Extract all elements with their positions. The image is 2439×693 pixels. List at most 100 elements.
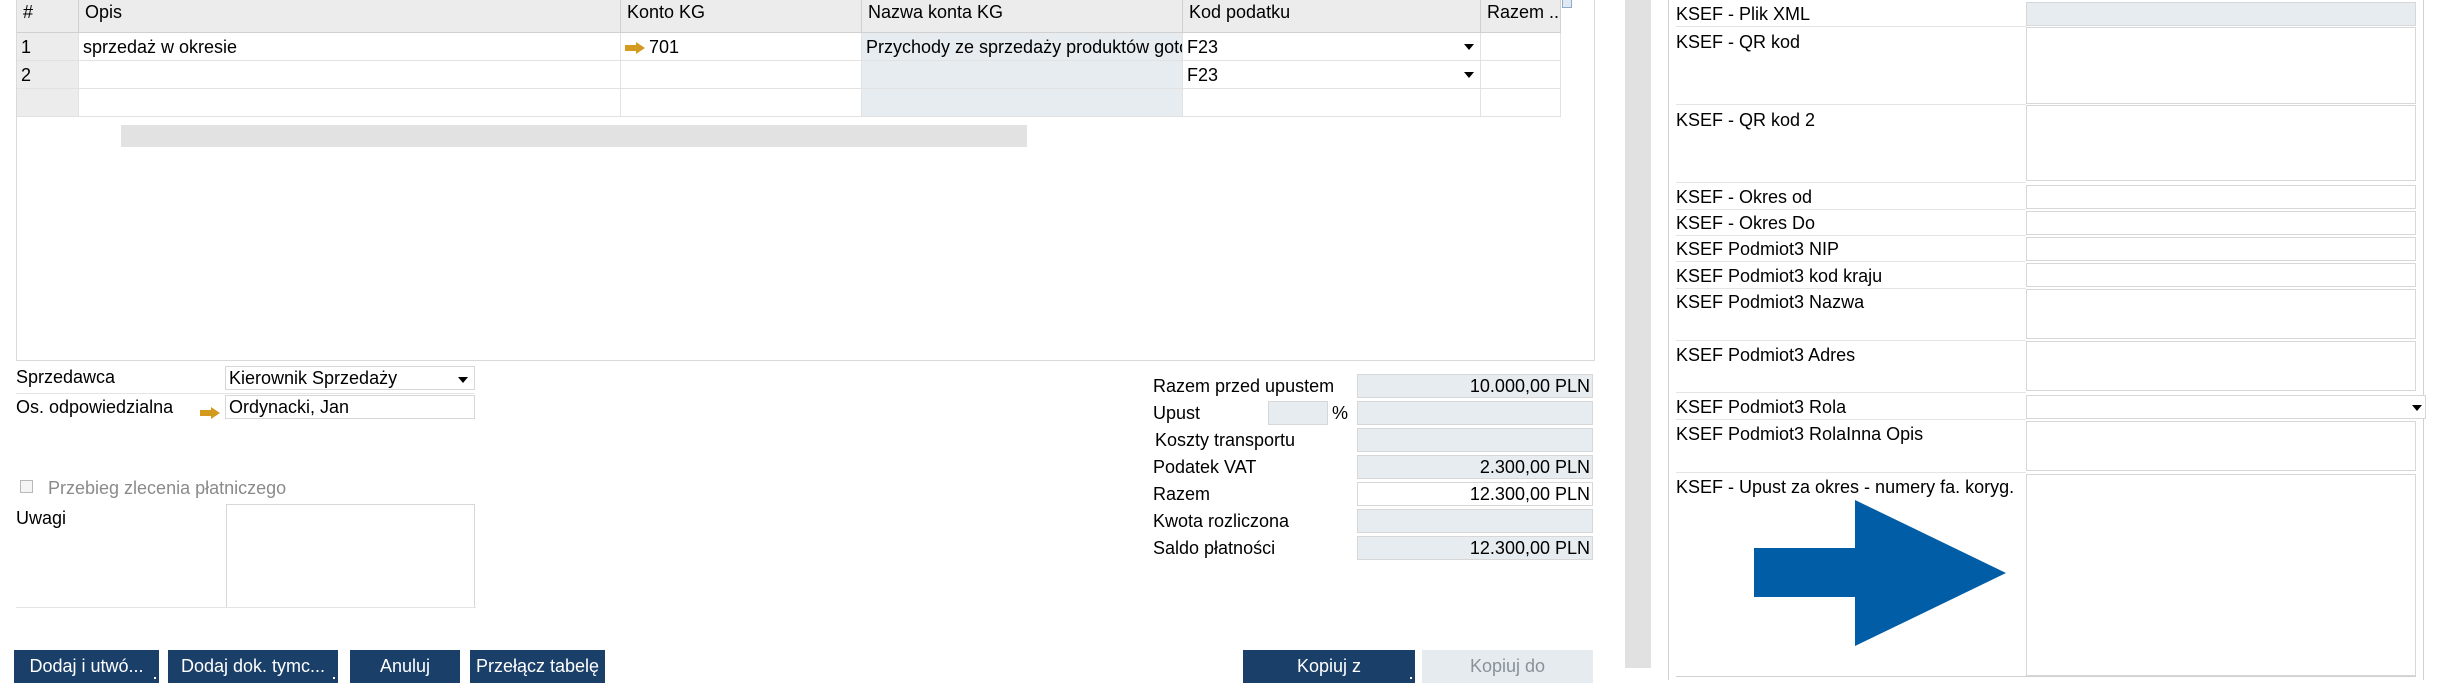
cell-kod[interactable]: F23 [1183,33,1481,61]
link-arrow-icon[interactable] [200,407,220,420]
divider [1676,288,2026,289]
split-corner-icon [1410,677,1412,679]
razem-przed-label: Razem przed upustem [1153,376,1335,396]
upust-value [1357,401,1593,425]
przelacz-tabele-button[interactable]: Przełącz tabelę [470,650,605,683]
osoba-label: Os. odpowiedzialna [16,397,174,417]
horizontal-scrollbar[interactable] [121,125,1027,147]
ksef-nip-label: KSEF Podmiot3 NIP [1676,239,1840,259]
sprzedawca-value: Kierownik Sprzedaży [229,368,398,388]
ksef-kod-kraju-field[interactable] [2026,263,2416,287]
uwagi-textarea[interactable] [226,504,475,608]
ksef-okres-od-field[interactable] [2026,185,2416,209]
ksef-kod-kraju-label: KSEF Podmiot3 kod kraju [1676,266,1883,286]
ksef-nazwa-field[interactable] [2026,289,2416,339]
dodaj-utworz-label: Dodaj i utwó... [29,656,144,676]
kopiuj-z-button[interactable]: Kopiuj z [1243,650,1415,683]
dropdown-icon[interactable] [1464,72,1474,78]
ksef-rola-label: KSEF Podmiot3 Rola [1676,397,1847,417]
cell-opis[interactable]: sprzedaż w okresie [79,33,621,61]
dodaj-utworz-button[interactable]: Dodaj i utwó... [14,650,159,683]
ksef-upust-label: KSEF - Upust za okres - numery fa. koryg… [1676,477,2015,497]
col-header-nazwa[interactable]: Nazwa konta KG [862,0,1183,33]
koszty-value [1357,428,1593,452]
cell-kod-value: F23 [1187,37,1219,57]
razem-przed-value: 10.000,00 PLN [1357,374,1593,398]
dropdown-icon[interactable] [458,377,468,383]
split-corner-icon [333,677,335,679]
col-header-opis[interactable]: Opis [79,0,621,33]
ksef-upust-field[interactable] [2026,474,2416,676]
kwota-label: Kwota rozliczona [1153,511,1290,531]
dodaj-dok-button[interactable]: Dodaj dok. tymc... [168,650,338,683]
ksef-okres-od-label: KSEF - Okres od [1676,187,1813,207]
upust-percent-field[interactable] [1268,401,1328,425]
divider [16,393,474,394]
ksef-nazwa-label: KSEF Podmiot3 Nazwa [1676,292,1865,312]
ksef-rola-select[interactable] [2026,395,2426,419]
divider [1676,235,2026,236]
ksef-rola-opis-field[interactable] [2026,421,2416,471]
ksef-qr-kod-field[interactable] [2026,27,2416,104]
razem-label: Razem [1153,484,1211,504]
col-header-konto[interactable]: Konto KG [621,0,862,33]
cell-razem[interactable] [1481,61,1561,89]
annotation-arrow-icon [1754,500,2006,646]
cell-opis[interactable] [79,89,621,117]
dropdown-icon[interactable] [2412,405,2422,411]
row-number[interactable]: 2 [17,61,79,89]
vat-label: Podatek VAT [1153,457,1257,477]
divider [16,607,476,608]
kopiuj-z-label: Kopiuj z [1296,656,1362,676]
razem-value: 12.300,00 PLN [1357,482,1593,506]
ksef-okres-do-field[interactable] [2026,211,2416,235]
cell-razem[interactable] [1481,33,1561,61]
ksef-qr-kod-label: KSEF - QR kod [1676,32,1801,52]
row-number[interactable] [17,89,79,117]
ksef-adres-label: KSEF Podmiot3 Adres [1676,345,1856,365]
col-header-razem[interactable]: Razem ... [1481,0,1561,33]
cell-razem[interactable] [1481,89,1561,117]
divider [1676,472,2026,473]
koszty-label: Koszty transportu [1155,430,1296,450]
ksef-plik-xml-field[interactable] [2026,2,2416,26]
sprzedawca-select[interactable]: Kierownik Sprzedaży [225,366,475,390]
ksef-adres-field[interactable] [2026,341,2416,391]
cell-konto[interactable] [621,89,862,117]
ksef-rola-opis-label: KSEF Podmiot3 RolaInna Opis [1676,424,1924,444]
col-header-num[interactable]: # [17,0,79,33]
cell-konto[interactable] [621,61,862,89]
col-header-kod[interactable]: Kod podatku [1183,0,1481,33]
anuluj-button[interactable]: Anuluj [350,650,460,683]
cell-kod[interactable] [1183,89,1481,117]
divider [1676,104,2026,105]
checkbox-icon[interactable] [20,480,33,493]
ksef-qr-kod2-field[interactable] [2026,105,2416,181]
saldo-value: 12.300,00 PLN [1357,536,1593,560]
ksef-plik-xml-label: KSEF - Plik XML [1676,4,1811,24]
row-number[interactable]: 1 [17,33,79,61]
cell-konto[interactable]: 701 [621,33,862,61]
uwagi-label: Uwagi [16,508,67,528]
ksef-nip-field[interactable] [2026,237,2416,261]
kopiuj-do-button[interactable]: Kopiuj do [1422,650,1593,683]
divider [1676,26,2026,27]
upust-percent-symbol: % [1332,403,1349,423]
divider [1676,182,2026,183]
ksef-qr-kod2-label: KSEF - QR kod 2 [1676,110,1816,130]
cell-nazwa [862,89,1183,117]
vat-value: 2.300,00 PLN [1357,455,1593,479]
splitter[interactable] [1625,0,1651,668]
cell-konto-value: 701 [649,37,680,57]
osoba-field[interactable]: Ordynacki, Jan [225,395,475,419]
kwota-value [1357,509,1593,533]
sprzedawca-label: Sprzedawca [16,367,116,387]
column-chooser-icon[interactable] [1562,0,1572,8]
cell-kod[interactable]: F23 [1183,61,1481,89]
upust-label: Upust [1153,403,1201,423]
cell-opis[interactable] [79,61,621,89]
link-arrow-icon[interactable] [625,42,645,55]
dodaj-dok-label: Dodaj dok. tymc... [180,656,326,676]
document-lines-grid: # Opis Konto KG Nazwa konta KG Kod podat… [16,0,1595,361]
dropdown-icon[interactable] [1464,44,1474,50]
